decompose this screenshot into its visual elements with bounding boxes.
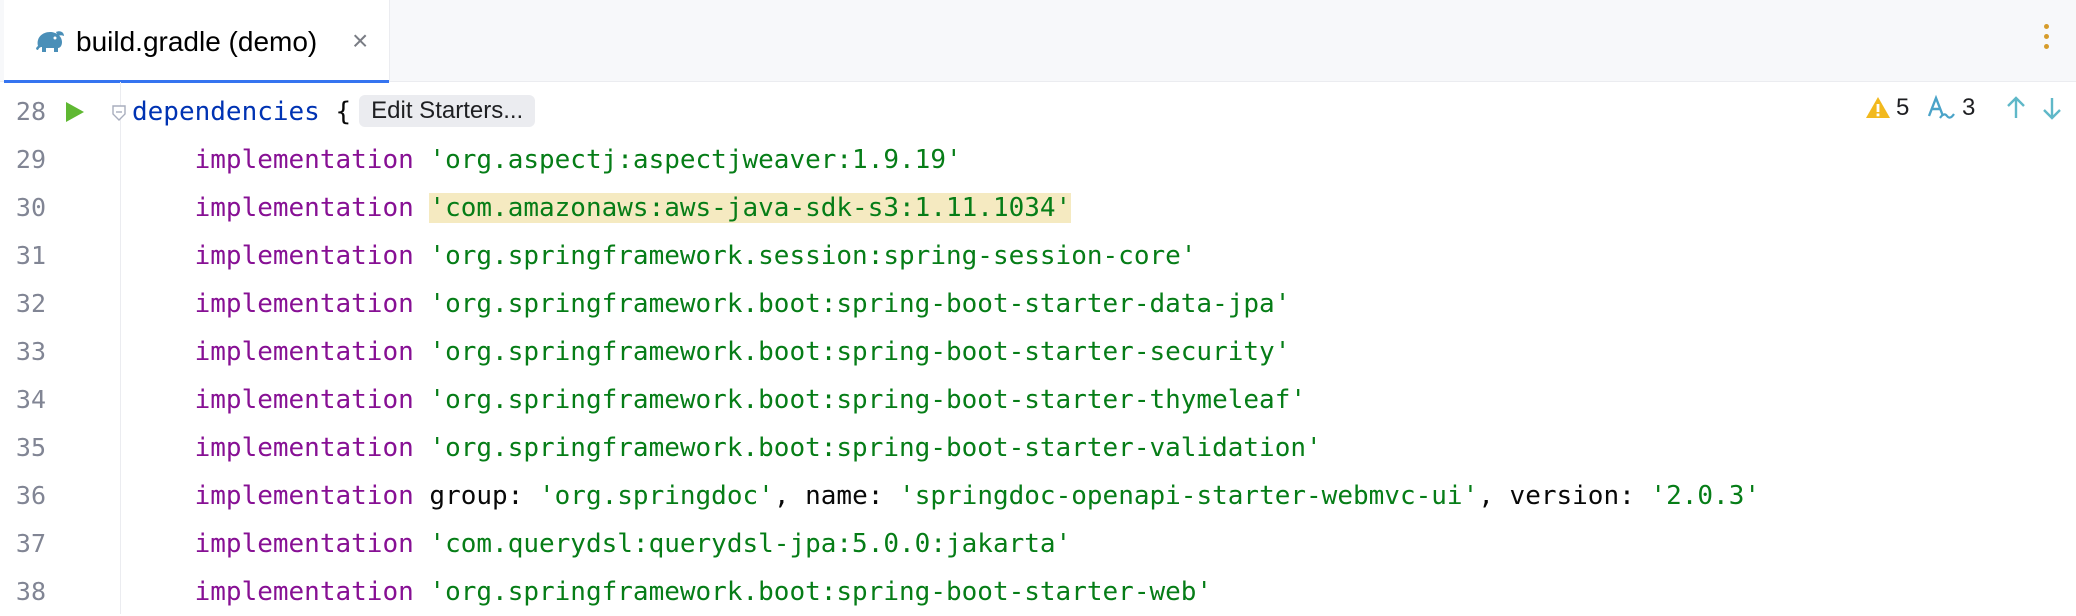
line-number: 33 (15, 337, 46, 366)
code-text[interactable]: implementation 'org.springframework.boot… (132, 376, 1306, 424)
keyword: implementation (132, 337, 414, 367)
gradle-elephant-icon (36, 31, 64, 52)
code-line[interactable]: 37 implementation 'com.querydsl:querydsl… (0, 520, 2076, 568)
keyword: implementation (132, 241, 414, 271)
code-token: , version: (1478, 481, 1651, 511)
code-text[interactable]: implementation 'org.springframework.boot… (132, 328, 1291, 376)
string-literal: 'com.amazonaws:aws-java-sdk-s3:1.11.1034… (429, 193, 1072, 223)
code-text[interactable]: implementation 'org.springframework.boot… (132, 424, 1322, 472)
string-literal: '2.0.3' (1650, 481, 1760, 511)
run-icon[interactable] (62, 100, 86, 124)
line-number: 37 (15, 529, 46, 558)
code-text[interactable]: implementation 'com.amazonaws:aws-java-s… (132, 184, 1072, 232)
tab-title: build.gradle (demo) (76, 26, 318, 57)
code-line[interactable]: 31 implementation 'org.springframework.s… (0, 232, 2076, 280)
code-line[interactable]: 28 dependencies {Edit Starters... (0, 88, 2076, 136)
more-options-icon[interactable] (2040, 24, 2052, 58)
string-literal: 'org.springframework.session:spring-sess… (429, 241, 1197, 271)
keyword: implementation (132, 145, 414, 175)
tab-build-gradle[interactable]: build.gradle (demo) × (4, 0, 390, 83)
line-number: 29 (15, 145, 46, 174)
string-literal: 'springdoc-openapi-starter-webmvc-ui' (899, 481, 1479, 511)
code-token: , name: (773, 481, 900, 511)
code-text[interactable]: implementation 'com.querydsl:querydsl-jp… (132, 520, 1072, 568)
string-literal: 'org.springframework.boot:spring-boot-st… (429, 385, 1307, 415)
editor-tab-bar: build.gradle (demo) × (0, 0, 2076, 83)
line-number: 38 (15, 577, 46, 606)
code-line[interactable]: 33 implementation 'org.springframework.b… (0, 328, 2076, 376)
code-token: group: (413, 481, 539, 511)
string-literal: 'com.querydsl:querydsl-jpa:5.0.0:jakarta… (429, 529, 1072, 559)
string-literal: 'org.aspectj:aspectjweaver:1.9.19' (429, 145, 962, 175)
method-name: dependencies (132, 97, 320, 127)
code-text[interactable]: implementation group: 'org.springdoc', n… (132, 472, 1760, 520)
line-number: 28 (15, 97, 46, 126)
code-line[interactable]: 30 implementation 'com.amazonaws:aws-jav… (0, 184, 2076, 232)
line-number: 31 (15, 241, 46, 270)
close-icon[interactable]: × (352, 24, 368, 58)
code-line[interactable]: 32 implementation 'org.springframework.b… (0, 280, 2076, 328)
keyword: implementation (132, 577, 414, 607)
line-number: 32 (15, 289, 46, 318)
string-literal: 'org.springframework.boot:spring-boot-st… (429, 433, 1322, 463)
line-number: 34 (15, 385, 46, 414)
code-token: { (319, 97, 352, 127)
string-literal: 'org.springframework.boot:spring-boot-st… (429, 577, 1213, 607)
keyword: implementation (132, 433, 414, 463)
code-editor[interactable]: 5 3 28 dependencies {Edit Starters... 29 i… (0, 82, 2076, 614)
string-literal: 'org.springframework.boot:spring-boot-st… (429, 289, 1291, 319)
code-line[interactable]: 35 implementation 'org.springframework.b… (0, 424, 2076, 472)
code-line[interactable]: 34 implementation 'org.springframework.b… (0, 376, 2076, 424)
edit-starters-button[interactable]: Edit Starters... (359, 94, 536, 127)
line-number: 30 (15, 193, 46, 222)
fold-icon[interactable] (110, 104, 128, 122)
code-text[interactable]: implementation 'org.springframework.boot… (132, 280, 1291, 328)
code-line[interactable]: 36 implementation group: 'org.springdoc'… (0, 472, 2076, 520)
string-literal: 'org.springframework.boot:spring-boot-st… (429, 337, 1291, 367)
code-text[interactable]: implementation 'org.springframework.sess… (132, 232, 1197, 280)
keyword: implementation (132, 481, 414, 511)
keyword: implementation (132, 193, 414, 223)
keyword: implementation (132, 385, 414, 415)
code-text[interactable]: implementation 'org.aspectj:aspectjweave… (132, 136, 962, 184)
code-text[interactable]: dependencies {Edit Starters... (132, 88, 536, 136)
string-literal: 'org.springdoc' (539, 481, 774, 511)
line-number: 35 (15, 433, 46, 462)
keyword: implementation (132, 529, 414, 559)
keyword: implementation (132, 289, 414, 319)
code-line[interactable]: 38 implementation 'org.springframework.b… (0, 568, 2076, 616)
code-line[interactable]: 29 implementation 'org.aspectj:aspectjwe… (0, 136, 2076, 184)
code-text[interactable]: implementation 'org.springframework.boot… (132, 568, 1212, 616)
line-number: 36 (15, 481, 46, 510)
